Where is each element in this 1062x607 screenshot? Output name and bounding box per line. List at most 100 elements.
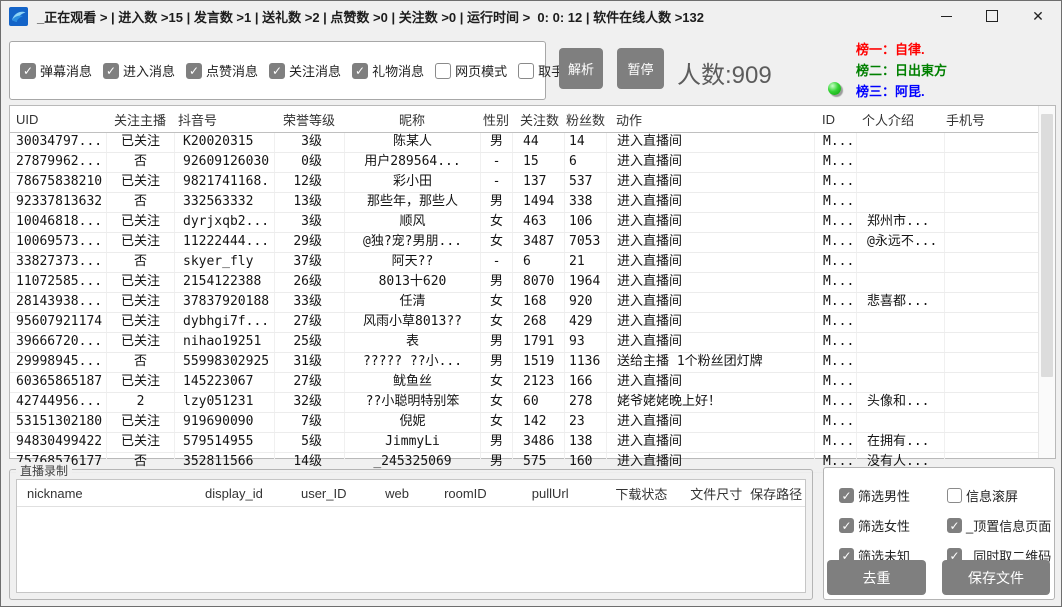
unchecked-checkbox-icon[interactable] xyxy=(518,63,534,79)
cell-following: 268 xyxy=(512,313,564,332)
checkbox-like-messages[interactable]: ✓点赞消息 xyxy=(186,61,258,80)
column-header-douyin-id[interactable]: 抖音号 xyxy=(174,106,274,132)
checked-checkbox-icon[interactable]: ✓ xyxy=(352,63,368,79)
recording-group-title: 直播录制 xyxy=(16,462,72,479)
table-row[interactable]: 60365865187已关注14522306727级鱿鱼丝女2123166进入直… xyxy=(10,373,1055,393)
column-header-fans[interactable]: 粉丝数 xyxy=(564,106,606,132)
checkbox-pin-info-page[interactable]: ✓_顶置信息页面 xyxy=(947,516,1051,535)
cell-nickname: 彩小田 xyxy=(344,173,480,192)
unchecked-checkbox-icon[interactable] xyxy=(435,63,451,79)
cell-gender: 男 xyxy=(480,433,512,452)
column-header-bio[interactable]: 个人介绍 xyxy=(856,106,944,132)
table-row[interactable]: 78675838210已关注9821741168.12级彩小田-137537进入… xyxy=(10,173,1055,193)
checkbox-filter-male[interactable]: ✓筛选男性 xyxy=(839,486,910,505)
recording-column-header-web[interactable]: web xyxy=(366,486,428,501)
cell-gender: 男 xyxy=(480,353,512,372)
cell-action: 进入直播间 xyxy=(606,133,814,152)
column-header-honor-level[interactable]: 荣誉等级 xyxy=(274,106,344,132)
cell-follow-status: 2 xyxy=(106,393,174,412)
checkbox-danmu-messages[interactable]: ✓弹幕消息 xyxy=(20,61,92,80)
recording-column-header-dl-status[interactable]: 下载状态 xyxy=(598,484,686,503)
checkbox-info-scroll[interactable]: 信息滚屏 xyxy=(947,486,1051,505)
cell-action: 进入直播间 xyxy=(606,153,814,172)
title-bar: _正在观看 > | 进入数 >15 | 发言数 >1 | 送礼数 >2 | 点赞… xyxy=(1,1,1061,31)
checked-checkbox-icon[interactable]: ✓ xyxy=(947,518,962,533)
table-row[interactable]: 94830499422已关注5795149555级JimmyLi男3486138… xyxy=(10,433,1055,453)
table-row[interactable]: 33827373...否skyer_fly37级阿天??-621进入直播间M..… xyxy=(10,253,1055,273)
recording-column-header-user-id[interactable]: user_ID xyxy=(281,486,366,501)
checkbox-follow-messages[interactable]: ✓关注消息 xyxy=(269,61,341,80)
cell-douyin-id: 92609126030 xyxy=(174,153,274,172)
recording-table-header: nicknamedisplay_iduser_IDwebroomIDpullUr… xyxy=(17,480,805,507)
cell-nickname: 顺风 xyxy=(344,213,480,232)
cell-nickname: 8013十620 xyxy=(344,273,480,292)
cell-uid: 53151302180 xyxy=(10,413,106,432)
checked-checkbox-icon[interactable]: ✓ xyxy=(839,518,854,533)
checked-checkbox-icon[interactable]: ✓ xyxy=(269,63,285,79)
column-header-id[interactable]: ID xyxy=(814,106,856,132)
cell-following: 168 xyxy=(512,293,564,312)
column-header-following[interactable]: 关注数 xyxy=(512,106,564,132)
column-header-uid[interactable]: UID xyxy=(10,106,106,132)
cell-following: 3486 xyxy=(512,433,564,452)
table-row[interactable]: 53151302180已关注9196900907级倪妮女14223进入直播间M.… xyxy=(10,413,1055,433)
table-row[interactable]: 10069573...已关注11222444...29级@独?宠?男朋...女3… xyxy=(10,233,1055,253)
table-row[interactable]: 42744956...2lzy05123132级??小聪明特别笨女60278姥爷… xyxy=(10,393,1055,413)
column-header-nickname[interactable]: 昵称 xyxy=(344,106,480,132)
minimize-button[interactable] xyxy=(923,1,969,31)
cell-id: M... xyxy=(814,373,856,392)
scrollbar-thumb[interactable] xyxy=(1041,114,1053,377)
cell-douyin-id: 919690090 xyxy=(174,413,274,432)
table-row[interactable]: 29998945...否5599830292531级????? ??小...男1… xyxy=(10,353,1055,373)
parse-button[interactable]: 解析 xyxy=(559,48,603,89)
checked-checkbox-icon[interactable]: ✓ xyxy=(103,63,119,79)
checked-checkbox-icon[interactable]: ✓ xyxy=(839,488,854,503)
cell-honor-level: 3级 xyxy=(274,133,344,152)
cell-honor-level: 26级 xyxy=(274,273,344,292)
checkbox-filter-female[interactable]: ✓筛选女性 xyxy=(839,516,910,535)
recording-column-header-room-id[interactable]: roomID xyxy=(428,486,503,501)
cell-douyin-id: nihao19251 xyxy=(174,333,274,352)
recording-column-header-display-id[interactable]: display_id xyxy=(187,486,282,501)
table-row[interactable]: 28143938...已关注3783792018833级任清女168920进入直… xyxy=(10,293,1055,313)
dedupe-button[interactable]: 去重 xyxy=(827,560,926,595)
cell-follow-status: 已关注 xyxy=(106,273,174,292)
viewer-table-body: 30034797...已关注K200203153级陈某人男4414进入直播间M.… xyxy=(10,133,1055,473)
table-row[interactable]: 92337813632否33256333213级那些年，那些人男1494338进… xyxy=(10,193,1055,213)
pause-button[interactable]: 暂停 xyxy=(617,48,664,89)
recording-column-header-nickname[interactable]: nickname xyxy=(17,486,187,501)
cell-douyin-id: 55998302925 xyxy=(174,353,274,372)
recording-column-header-pull-url[interactable]: pullUrl xyxy=(503,486,598,501)
table-row[interactable]: 95607921174已关注dybhgi7f...27级风雨小草8013??女2… xyxy=(10,313,1055,333)
cell-gender: 女 xyxy=(480,213,512,232)
cell-gender: 男 xyxy=(480,133,512,152)
column-header-gender[interactable]: 性别 xyxy=(480,106,512,132)
table-row[interactable]: 39666720...已关注nihao1925125级表男179193进入直播间… xyxy=(10,333,1055,353)
scrollbar-track[interactable] xyxy=(1038,106,1055,458)
table-row[interactable]: 27879962...否926091260300级用户289564...-156… xyxy=(10,153,1055,173)
table-row[interactable]: 10046818...已关注dyrjxqb2...3级顺风女463106进入直播… xyxy=(10,213,1055,233)
checkbox-enter-messages[interactable]: ✓进入消息 xyxy=(103,61,175,80)
column-header-follow-status[interactable]: 关注主播 xyxy=(106,106,174,132)
unchecked-checkbox-icon[interactable] xyxy=(947,488,962,503)
column-header-phone[interactable]: 手机号 xyxy=(944,106,1028,132)
cell-honor-level: 3级 xyxy=(274,213,344,232)
checkbox-web-mode[interactable]: 网页模式 xyxy=(435,61,507,80)
checked-checkbox-icon[interactable]: ✓ xyxy=(20,63,36,79)
close-button[interactable]: ✕ xyxy=(1015,1,1061,31)
recording-column-header-save-path[interactable]: 保存路径 xyxy=(747,484,805,503)
table-row[interactable]: 11072585...已关注215412238826级8013十620男8070… xyxy=(10,273,1055,293)
save-file-button[interactable]: 保存文件 xyxy=(942,560,1050,595)
cell-following: 2123 xyxy=(512,373,564,392)
cell-phone xyxy=(944,373,1028,392)
cell-gender: 女 xyxy=(480,313,512,332)
cell-uid: 60365865187 xyxy=(10,373,106,392)
table-row[interactable]: 30034797...已关注K200203153级陈某人男4414进入直播间M.… xyxy=(10,133,1055,153)
recording-column-header-file-size[interactable]: 文件尺寸 xyxy=(685,484,747,503)
cell-douyin-id: 332563332 xyxy=(174,193,274,212)
maximize-button[interactable] xyxy=(969,1,1015,31)
checked-checkbox-icon[interactable]: ✓ xyxy=(186,63,202,79)
column-header-action[interactable]: 动作 xyxy=(606,106,814,132)
cell-phone xyxy=(944,133,1028,152)
checkbox-gift-messages[interactable]: ✓礼物消息 xyxy=(352,61,424,80)
